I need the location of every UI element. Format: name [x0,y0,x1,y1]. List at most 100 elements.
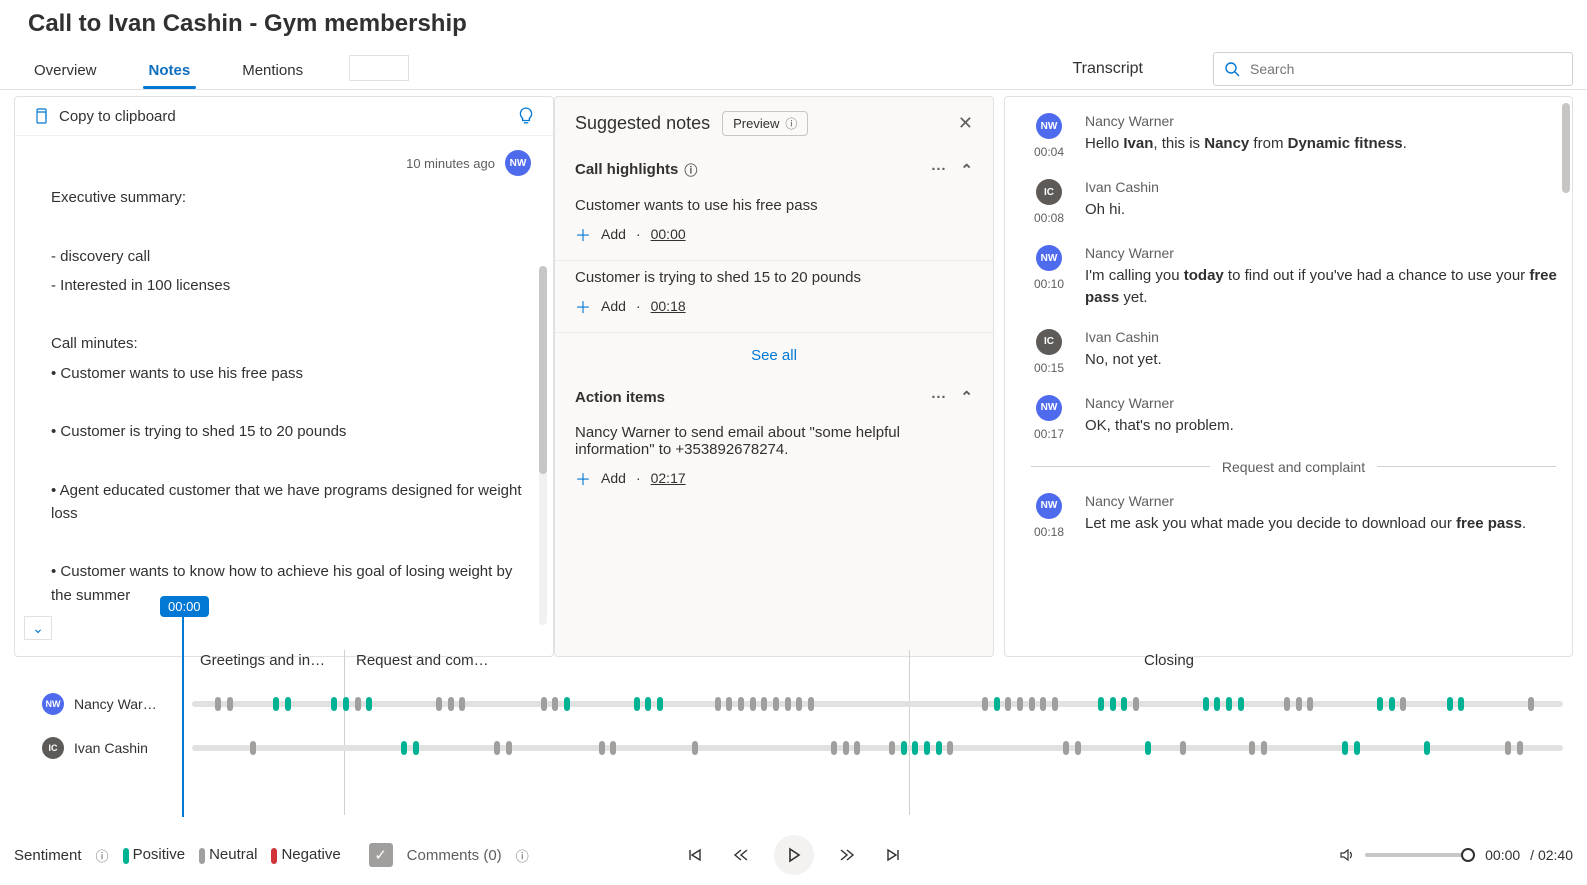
plus-icon[interactable]: ＋ [575,466,591,490]
transcript-row[interactable]: NW00:04Nancy WarnerHello Ivan, this is N… [1021,103,1566,169]
legend-neutral-dot [199,848,205,864]
copy-button[interactable]: Copy to clipboard [33,108,176,125]
trans-time: 00:15 [1034,361,1064,375]
trans-text: Oh hi. [1085,199,1558,221]
rewind-icon[interactable] [728,842,754,868]
trans-time: 00:10 [1034,277,1064,291]
tick [947,741,953,755]
tick [1238,697,1244,711]
transcript-row[interactable]: NW00:17Nancy WarnerOK, that's no problem… [1021,385,1566,451]
tick [936,741,942,755]
notes-line: • Customer wants to know how to achieve … [51,560,523,607]
search-icon [1224,61,1240,77]
scrollbar-thumb[interactable] [539,266,547,474]
highlight-ts[interactable]: 00:00 [651,226,686,242]
tick [854,741,860,755]
action-item-ts[interactable]: 02:17 [651,470,686,486]
add-label[interactable]: Add [601,226,626,242]
tick [843,741,849,755]
highlight-item: Customer wants to use his free pass ＋ Ad… [555,189,993,261]
track-line-ivan[interactable] [192,745,1563,751]
play-icon[interactable] [774,835,814,875]
trans-name: Ivan Cashin [1085,329,1558,345]
tick [715,697,721,711]
tick [1261,741,1267,755]
time-total: / 02:40 [1530,847,1573,863]
trans-body: Ivan CashinOh hi. [1085,179,1558,225]
chevron-up-icon[interactable]: ⌃ [960,388,973,406]
avatar: NW [1036,493,1062,519]
comments-label[interactable]: Comments (0) [407,847,502,864]
transcript-row[interactable]: NW00:10Nancy WarnerI'm calling you today… [1021,235,1566,319]
suggested-notes-panel: Suggested notes Preview ⓘ ✕ Call highlig… [554,96,994,657]
tick [1017,697,1023,711]
transcript-row[interactable]: IC00:15 Ivan Cashin No, not yet. [1021,319,1566,385]
transcript-row[interactable]: NW00:18Nancy WarnerLet me ask you what m… [1021,483,1566,549]
tick [413,741,419,755]
chevron-down-icon[interactable]: ⌄ [24,616,52,640]
search-input[interactable] [1250,61,1562,77]
close-icon[interactable]: ✕ [958,113,973,134]
notes-line: • Agent educated customer that we have p… [51,479,523,526]
notes-panel: Copy to clipboard 10 minutes ago NW Exec… [14,96,554,657]
info-icon[interactable]: ⓘ [684,160,697,179]
segment-request: Request and com… [356,652,489,669]
chevron-up-icon[interactable]: ⌃ [960,161,973,179]
volume-handle[interactable] [1461,848,1475,862]
tick [1424,741,1430,755]
comments-check-icon[interactable]: ✓ [369,843,393,867]
trans-time: 00:08 [1034,211,1064,225]
tick [1029,697,1035,711]
info-icon[interactable]: ⓘ [96,846,109,865]
tick [1400,697,1406,711]
add-row: ＋ Add · 00:18 [575,294,973,318]
tick [273,697,279,711]
tab-mentions[interactable]: Mentions [236,62,309,89]
notes-scrollbar[interactable] [539,266,547,625]
plus-icon[interactable]: ＋ [575,222,591,246]
track-line-nancy[interactable] [192,701,1563,707]
transcript-row[interactable]: IC00:08Ivan CashinOh hi. [1021,169,1566,235]
forward-icon[interactable] [834,842,860,868]
tick [459,697,465,711]
notes-body[interactable]: Executive summary: - discovery call - In… [15,182,553,633]
volume-slider[interactable] [1365,853,1475,857]
suggested-title: Suggested notes [575,113,710,134]
trans-name: Nancy Warner [1085,493,1558,509]
transcript-scrollbar[interactable] [1562,103,1570,193]
trans-time: 00:04 [1034,145,1064,159]
tick [610,741,616,755]
playhead-bubble: 00:00 [160,596,209,617]
tick [215,697,221,711]
add-label[interactable]: Add [601,298,626,314]
segment-divider [344,650,345,815]
highlight-ts[interactable]: 00:18 [651,298,686,314]
bulb-icon[interactable] [517,107,535,125]
tab-overview[interactable]: Overview [28,62,103,89]
legend-negative: Negative [281,846,340,863]
more-icon[interactable]: ··· [931,161,946,178]
tick [506,741,512,755]
add-label[interactable]: Add [601,470,626,486]
skip-start-icon[interactable] [682,842,708,868]
avatar: NW [42,693,64,715]
more-icon[interactable]: ··· [931,389,946,406]
info-icon[interactable]: ⓘ [516,846,529,865]
call-highlights-head: Call highlights ⓘ ··· ⌃ [555,150,993,189]
trans-text: No, not yet. [1085,349,1558,371]
notes-h2: Call minutes: [51,332,523,355]
tick [1342,741,1348,755]
tick [285,697,291,711]
tick [1145,741,1151,755]
legend-negative-dot [271,848,277,864]
transcript-list: NW00:04Nancy WarnerHello Ivan, this is N… [1021,103,1566,451]
volume-icon[interactable] [1339,847,1355,863]
sentiment-label: Sentiment [14,847,82,864]
see-all-button[interactable]: See all [555,333,993,378]
preview-badge[interactable]: Preview ⓘ [722,111,808,136]
trans-left: IC00:15 [1029,329,1069,375]
tab-notes[interactable]: Notes [143,62,197,89]
skip-end-icon[interactable] [880,842,906,868]
search-box[interactable] [1213,52,1573,86]
plus-icon[interactable]: ＋ [575,294,591,318]
